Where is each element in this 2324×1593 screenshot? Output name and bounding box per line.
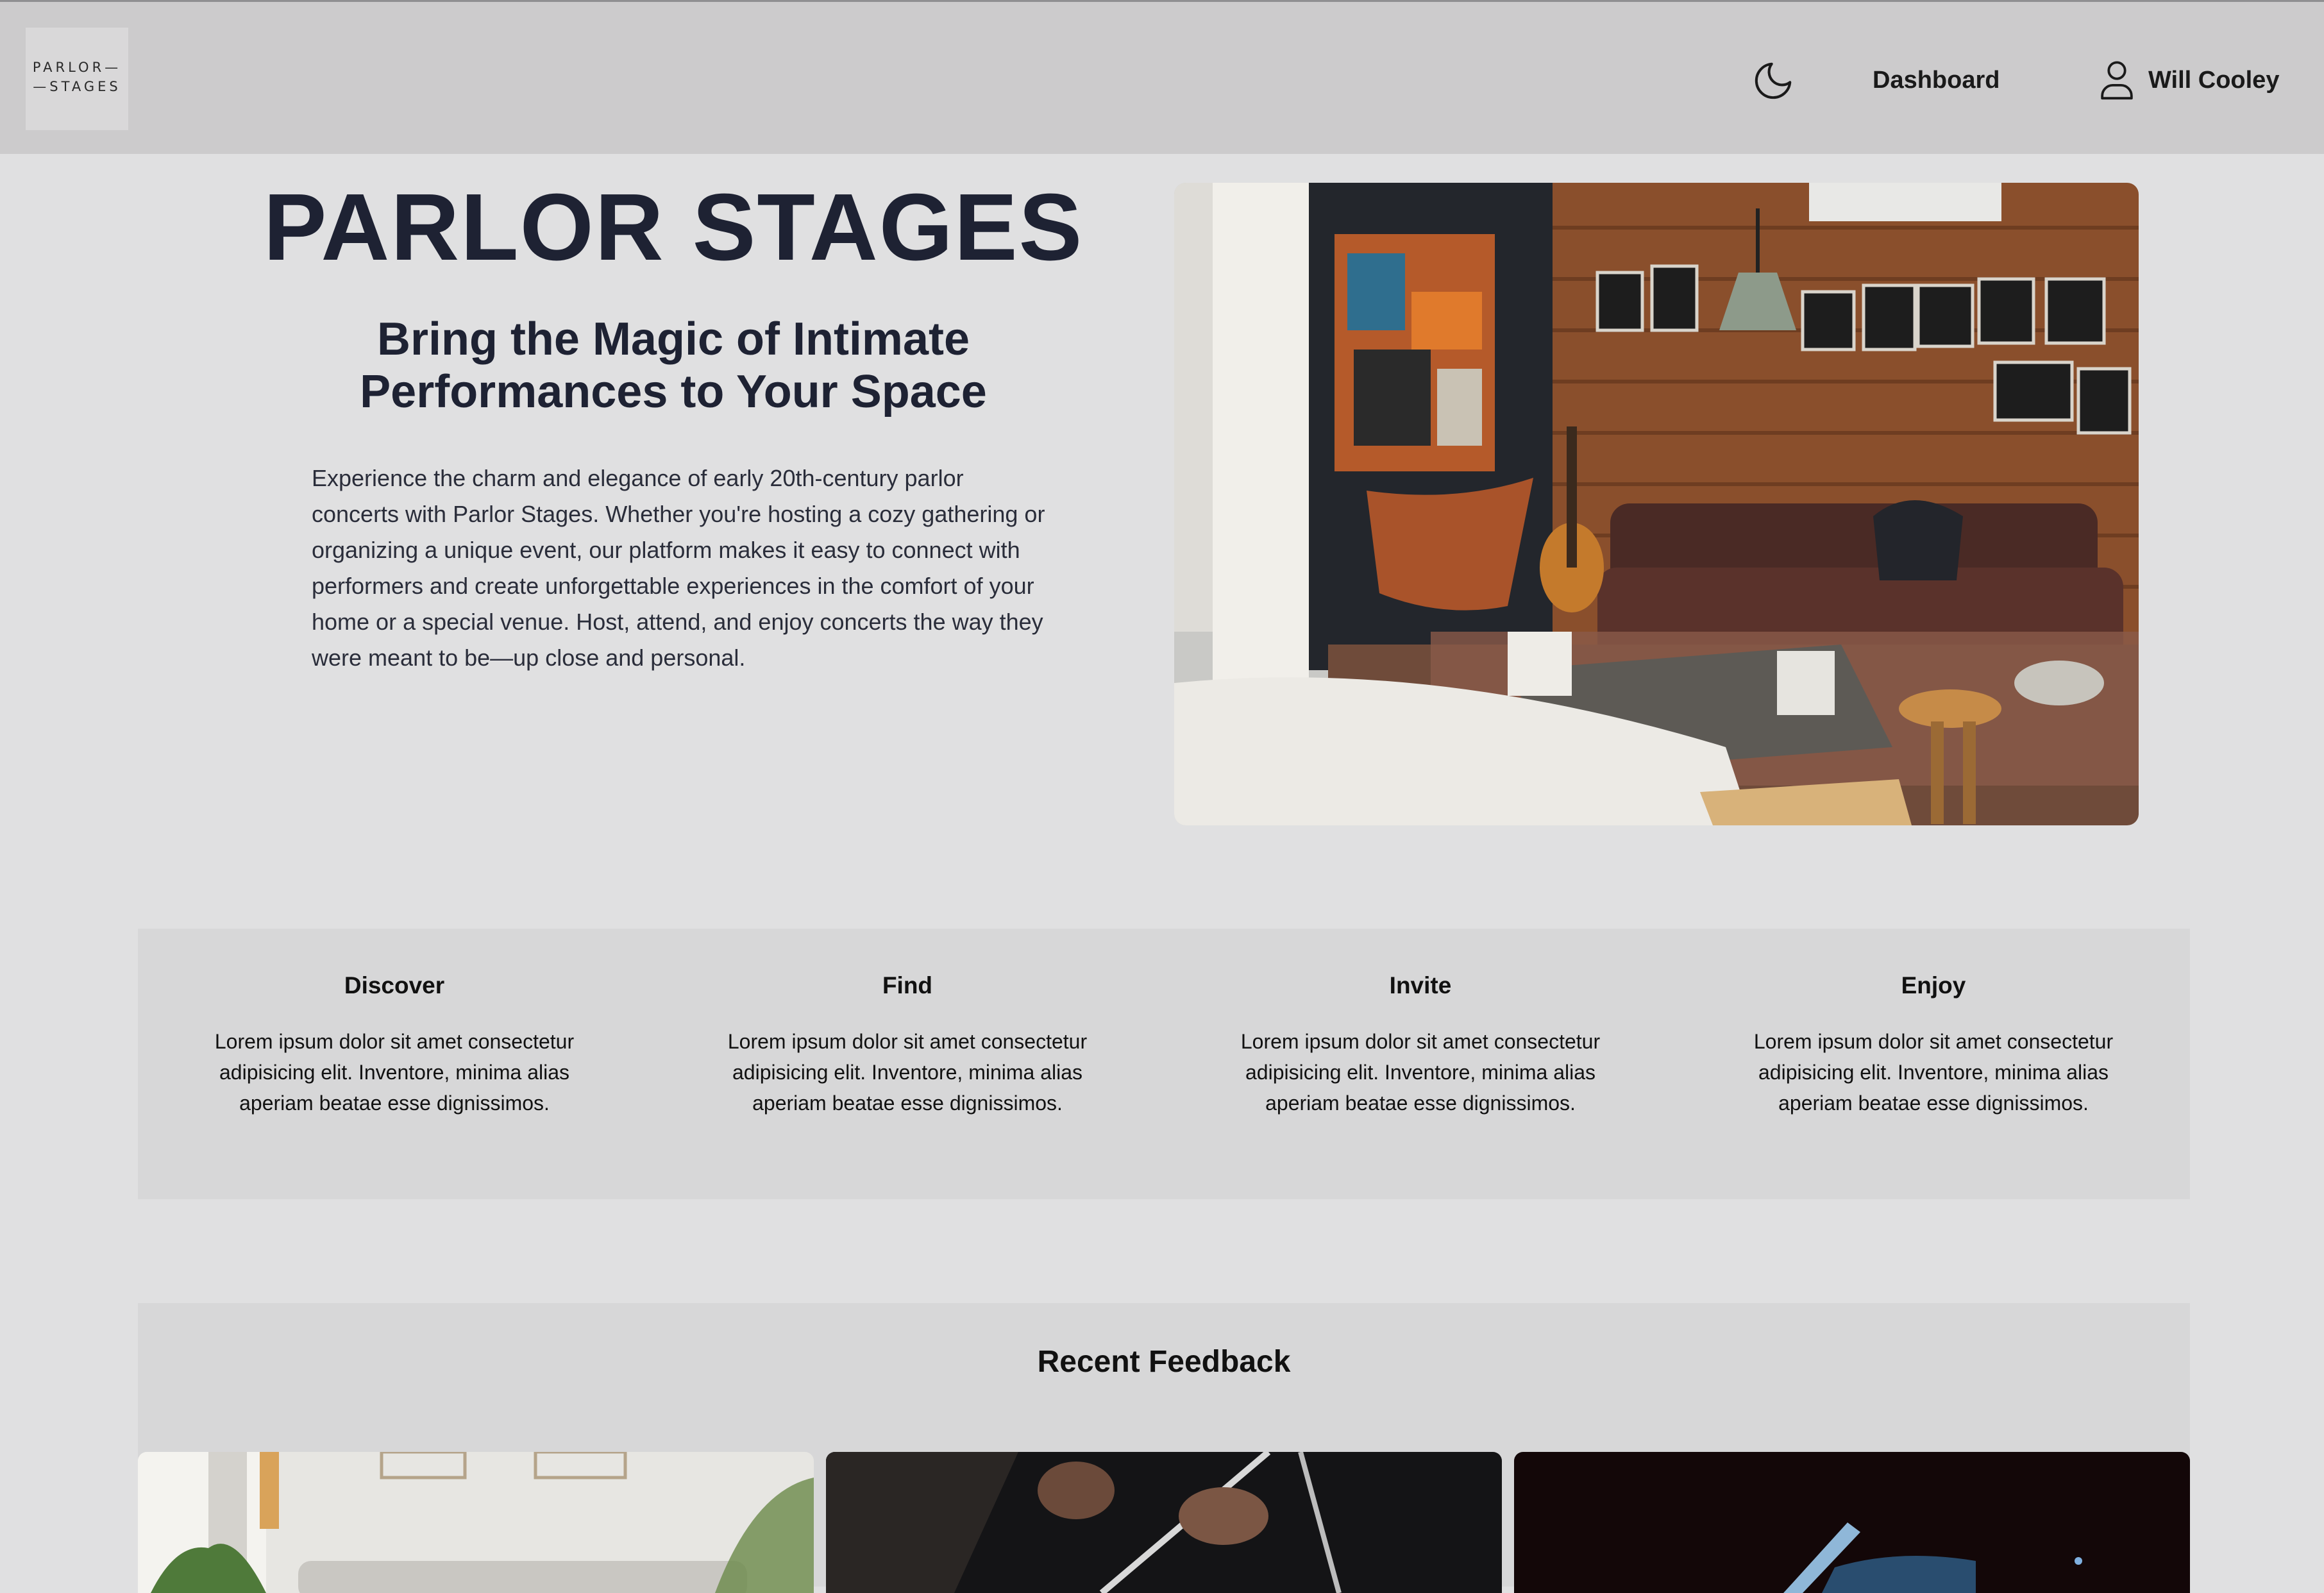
feature-text: Lorem ipsum dolor sit amet consectetur a… <box>727 1030 1088 1115</box>
feedback-card-image[interactable] <box>138 1452 814 1593</box>
feature-find: Find Lorem ipsum dolor sit amet consecte… <box>651 929 1164 1199</box>
nav-dashboard-link[interactable]: Dashboard <box>1873 61 2000 99</box>
feature-text: Lorem ipsum dolor sit amet consectetur a… <box>1240 1030 1601 1115</box>
feature-text: Lorem ipsum dolor sit amet consectetur a… <box>1753 1030 2114 1115</box>
feature-invite: Invite Lorem ipsum dolor sit amet consec… <box>1164 929 1677 1199</box>
hero-subtitle: Bring the Magic of Intimate Performances… <box>360 314 987 417</box>
feature-discover: Discover Lorem ipsum dolor sit amet cons… <box>138 929 651 1199</box>
logo-line-1: PARLOR— <box>32 60 122 75</box>
feedback-heading: Recent Feedback <box>1037 1345 1291 1379</box>
parlor-stages-logo[interactable]: PARLOR— —STAGES <box>26 28 128 130</box>
feature-title: Invite <box>1389 972 1452 999</box>
recent-feedback-section: Recent Feedback <box>138 1303 2190 1593</box>
user-menu-name[interactable]: Will Cooley <box>2148 61 2279 99</box>
feature-text: Lorem ipsum dolor sit amet consectetur a… <box>214 1030 575 1115</box>
feature-title: Enjoy <box>1901 972 1966 999</box>
hero-title: PARLOR STAGES <box>263 174 1084 280</box>
hero-living-room-photo <box>1174 183 2139 825</box>
hero-description: Experience the charm and elegance of ear… <box>312 465 1045 671</box>
moon-icon[interactable] <box>1751 58 1796 103</box>
feedback-card-image[interactable] <box>1514 1452 2190 1593</box>
features-panel: Discover Lorem ipsum dolor sit amet cons… <box>138 929 2190 1199</box>
feedback-card-image[interactable] <box>826 1452 1502 1593</box>
feature-title: Discover <box>344 972 445 999</box>
logo-line-2: —STAGES <box>33 79 121 94</box>
user-icon[interactable] <box>2097 58 2137 101</box>
feature-enjoy: Enjoy Lorem ipsum dolor sit amet consect… <box>1677 929 2190 1199</box>
top-navbar: PARLOR— —STAGES Dashboard Will Cooley <box>0 0 2324 154</box>
feature-title: Find <box>882 972 933 999</box>
